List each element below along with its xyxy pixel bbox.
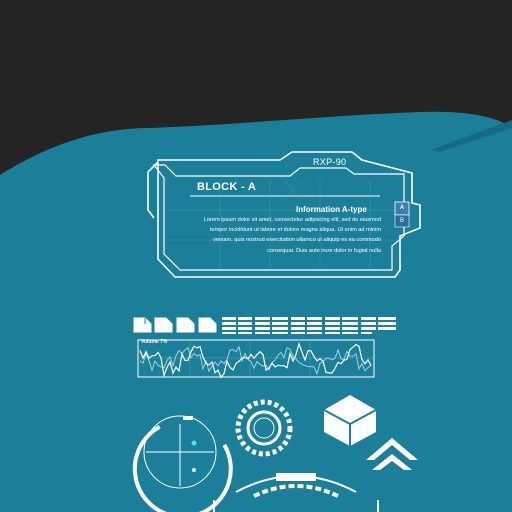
tab-b-label[interactable]: B bbox=[396, 218, 408, 224]
hud-canvas: RXP-90 BLOCK - A Information A-type Lore… bbox=[0, 0, 512, 512]
hud-graphics bbox=[0, 111, 512, 512]
teal-body bbox=[0, 111, 512, 512]
waveform-label: Volume 7% bbox=[141, 339, 168, 345]
panel-subtitle: Information A-type bbox=[296, 205, 367, 214]
panel-body-text: Lorem ipsum dolor sit amet, consectetur … bbox=[203, 217, 381, 254]
panel-code: RXP-90 bbox=[313, 157, 347, 167]
tab-a-label[interactable]: A bbox=[396, 205, 408, 211]
panel-title: BLOCK - A bbox=[197, 181, 257, 193]
